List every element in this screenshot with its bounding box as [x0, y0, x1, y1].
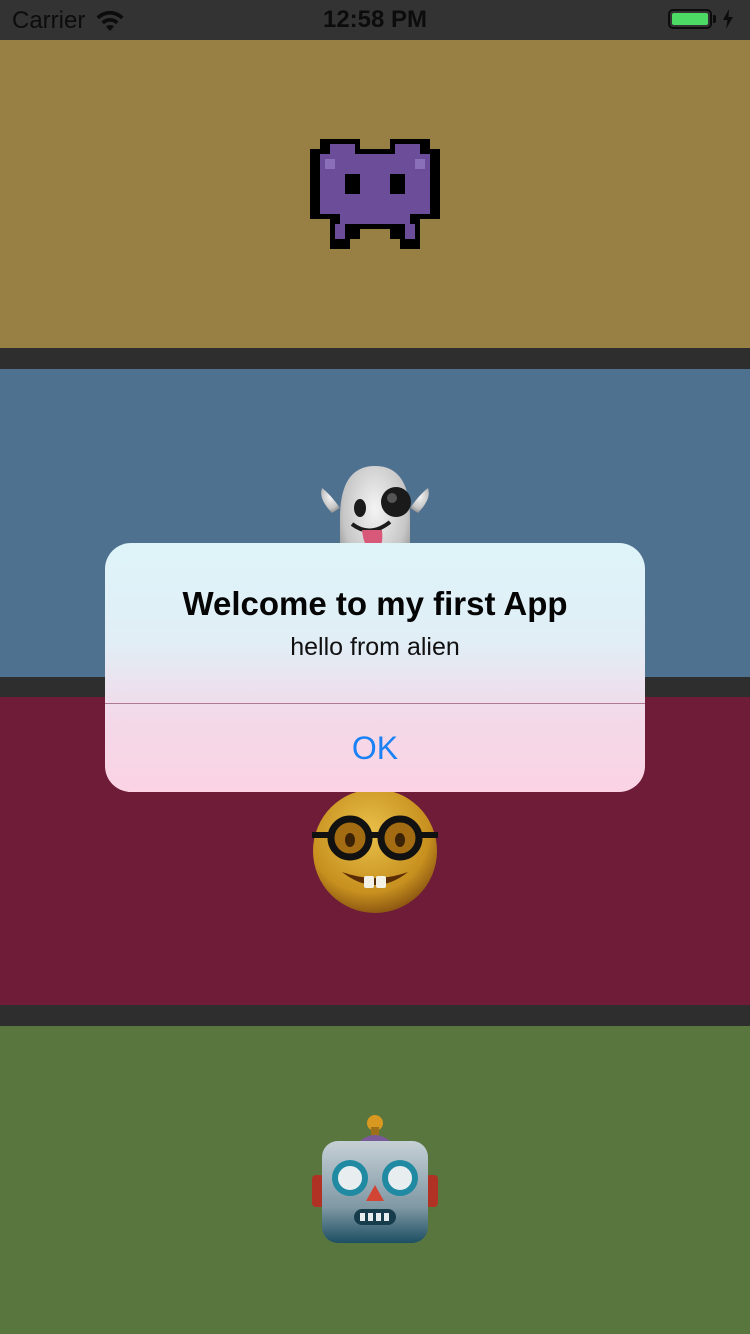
alert-message: hello from alien — [290, 633, 460, 661]
alert-dialog: Welcome to my first App hello from alien… — [105, 543, 645, 792]
charging-bolt-icon — [723, 9, 733, 29]
alert-title: Welcome to my first App — [182, 585, 568, 622]
battery-tip — [713, 15, 716, 23]
ok-button[interactable]: OK — [105, 704, 645, 792]
battery-indicator — [668, 9, 734, 29]
robot-panel[interactable] — [0, 1026, 750, 1334]
app-screen: Carrier 12:58 PM Welcome to my first App… — [0, 0, 750, 1334]
status-bar: Carrier 12:58 PM — [0, 0, 750, 40]
battery-icon — [668, 9, 712, 29]
status-time: 12:58 PM — [322, 6, 428, 33]
robot-icon — [312, 1115, 438, 1243]
alien-monster-icon — [310, 139, 440, 249]
nerd-face-icon — [312, 789, 438, 913]
alien-panel[interactable] — [0, 40, 750, 348]
battery-fill — [672, 13, 708, 25]
